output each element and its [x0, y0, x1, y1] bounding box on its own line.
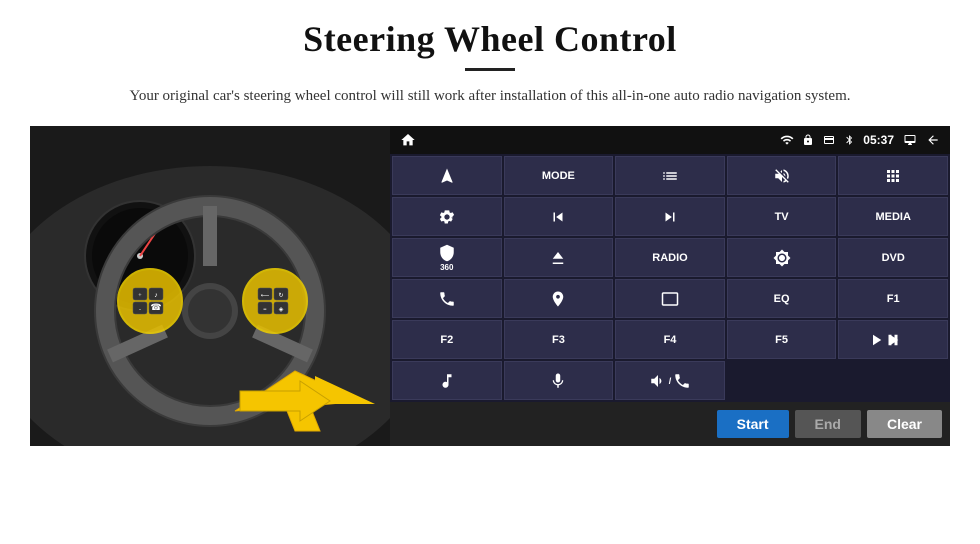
btn-eject[interactable]: [504, 238, 614, 277]
button-grid: MODE: [390, 154, 950, 402]
status-bar: 05:37: [390, 126, 950, 154]
page-container: Steering Wheel Control Your original car…: [0, 0, 980, 544]
svg-text:♪: ♪: [154, 291, 158, 299]
card-icon: [822, 134, 836, 146]
btn-screen2[interactable]: [615, 279, 725, 318]
btn-tv[interactable]: TV: [727, 197, 837, 236]
btn-brightness[interactable]: [727, 238, 837, 277]
btn-dvd[interactable]: DVD: [838, 238, 948, 277]
steering-wheel-image: + - ♪ ☎ ⟵ ≡ ↻ ◈: [30, 126, 390, 446]
btn-apps[interactable]: [838, 156, 948, 195]
status-time: 05:37: [863, 133, 894, 147]
svg-text:-: -: [139, 307, 141, 313]
btn-settings[interactable]: [392, 197, 502, 236]
btn-f1[interactable]: F1: [838, 279, 948, 318]
btn-navi[interactable]: [504, 279, 614, 318]
svg-text:⟵: ⟵: [261, 293, 270, 299]
start-button[interactable]: Start: [717, 410, 789, 438]
btn-prev[interactable]: [504, 197, 614, 236]
btn-empty1: [727, 361, 837, 400]
bluetooth-icon: [844, 133, 855, 147]
svg-text:◈: ◈: [279, 307, 284, 313]
control-panel: 05:37 MODE: [390, 126, 950, 446]
btn-mic[interactable]: [504, 361, 614, 400]
page-title: Steering Wheel Control: [303, 18, 677, 60]
btn-eq[interactable]: EQ: [727, 279, 837, 318]
clear-button[interactable]: Clear: [867, 410, 942, 438]
btn-next[interactable]: [615, 197, 725, 236]
screen-icon: [902, 134, 918, 146]
btn-f2[interactable]: F2: [392, 320, 502, 359]
main-content: + - ♪ ☎ ⟵ ≡ ↻ ◈: [30, 126, 950, 446]
btn-media[interactable]: MEDIA: [838, 197, 948, 236]
end-button[interactable]: End: [795, 410, 861, 438]
btn-f4[interactable]: F4: [615, 320, 725, 359]
btn-f5[interactable]: F5: [727, 320, 837, 359]
btn-mode[interactable]: MODE: [504, 156, 614, 195]
wifi-icon: [780, 133, 794, 147]
btn-navigate[interactable]: [392, 156, 502, 195]
btn-playpause[interactable]: [838, 320, 948, 359]
btn-360cam[interactable]: 360: [392, 238, 502, 277]
back-icon: [926, 133, 940, 147]
status-left: [400, 132, 416, 148]
btn-vol[interactable]: /: [615, 361, 725, 400]
action-bar: Start End Clear: [390, 402, 950, 446]
btn-phone[interactable]: [392, 279, 502, 318]
subtitle: Your original car's steering wheel contr…: [129, 85, 850, 108]
svg-text:☎: ☎: [150, 302, 161, 312]
btn-music[interactable]: [392, 361, 502, 400]
btn-f3[interactable]: F3: [504, 320, 614, 359]
title-divider: [465, 68, 515, 71]
btn-radio[interactable]: RADIO: [615, 238, 725, 277]
btn-list[interactable]: [615, 156, 725, 195]
btn-mute[interactable]: [727, 156, 837, 195]
lock-icon: [802, 134, 814, 146]
status-right: 05:37: [780, 133, 940, 147]
home-icon: [400, 132, 416, 148]
svg-text:↻: ↻: [278, 292, 283, 299]
btn-empty2: [838, 361, 948, 400]
